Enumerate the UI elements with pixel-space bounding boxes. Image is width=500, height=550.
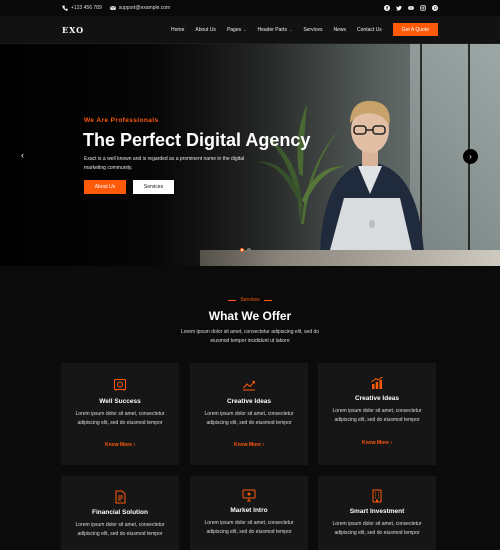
service-card-title: Financial Solution [92, 509, 148, 516]
know-more-link[interactable]: Know More › [61, 442, 179, 448]
nav-item-home[interactable]: Home [171, 27, 184, 33]
services-button[interactable]: Services [133, 180, 174, 194]
nav-item-header-parts[interactable]: Header Parts ⌄ [257, 27, 292, 33]
chart-icon [242, 378, 256, 392]
hero-description: Exact is a well known and is regarded as… [84, 156, 245, 171]
hero-title: The Perfect Digital Agency [83, 130, 311, 150]
safe-icon [113, 378, 127, 392]
slider-dots [240, 248, 251, 252]
nav-item-label: Home [171, 26, 185, 33]
instagram-icon[interactable] [420, 5, 426, 11]
service-card-title: Market Intro [230, 507, 268, 514]
nav-item-news[interactable]: News [334, 27, 347, 33]
twitter-icon[interactable] [396, 5, 402, 11]
service-card: Well Success Lorem ipsum dolor sit amet,… [61, 363, 179, 465]
nav-item-label: Services [303, 26, 323, 33]
service-card-description: Lorem ipsum dolor sit amet, consectetur … [75, 411, 165, 426]
services-subtitle: Lorem ipsum dolor sit amet, consectetur … [180, 329, 320, 344]
social-links [384, 5, 438, 11]
service-card-description: Lorem ipsum dolor sit amet, consectetur … [204, 520, 294, 535]
service-card-description: Lorem ipsum dolor sit amet, consectetur … [204, 411, 294, 426]
phone-number: +123 456 789 [71, 5, 102, 11]
site-logo[interactable]: EXO [62, 25, 84, 35]
services-title: What We Offer [208, 309, 292, 323]
chevron-right-icon[interactable]: › [463, 149, 478, 164]
youtube-icon[interactable] [408, 5, 414, 11]
chevron-left-icon[interactable]: ‹ [21, 150, 24, 160]
email-contact[interactable]: support@example.com [109, 5, 171, 11]
nav-item-label: About Us [195, 26, 216, 33]
about-us-button[interactable]: About Us [84, 180, 126, 194]
nav-item-label: Header Parts [257, 26, 287, 33]
divider [263, 299, 272, 301]
document-icon [113, 490, 127, 504]
monitor-icon [242, 488, 256, 502]
chevron-right-icon: › [262, 442, 264, 448]
chevron-right-icon: › [390, 440, 392, 446]
email-address: support@example.com [118, 5, 171, 11]
slider-dot[interactable] [240, 248, 244, 252]
phone-icon [62, 5, 68, 11]
service-card: Creative Ideas Lorem ipsum dolor sit ame… [318, 363, 436, 465]
pinterest-icon[interactable] [432, 5, 438, 11]
service-card: Financial Solution Lorem ipsum dolor sit… [61, 476, 179, 550]
facebook-icon[interactable] [384, 5, 390, 11]
service-card-title: Well Success [99, 398, 141, 405]
nav-item-label: Pages [226, 26, 242, 33]
service-card: Creative Ideas Lorem ipsum dolor sit ame… [190, 363, 308, 465]
services-tag-label: Services [240, 297, 260, 303]
service-card-description: Lorem ipsum dolor sit amet, consectetur … [332, 521, 422, 536]
know-more-label: Know More [361, 440, 389, 446]
know-more-label: Know More [233, 442, 261, 448]
nav-item-label: Contact Us [357, 26, 382, 33]
building-icon [370, 489, 384, 503]
service-card-description: Lorem ipsum dolor sit amet, consectetur … [332, 408, 422, 423]
nav-item-label: News [333, 26, 347, 33]
services-tag: Services [0, 297, 500, 303]
know-more-link[interactable]: Know More › [190, 442, 308, 448]
nav-item-pages[interactable]: Pages ⌄ [227, 27, 247, 33]
service-card-title: Smart Investment [349, 508, 405, 515]
envelope-icon [109, 5, 116, 10]
phone-contact[interactable]: +123 456 789 [62, 5, 102, 11]
know-more-link[interactable]: Know More › [318, 440, 436, 446]
nav-item-services[interactable]: Services [303, 27, 322, 33]
top-bar: +123 456 789 support@example.com [0, 0, 500, 16]
service-card-title: Creative Ideas [354, 395, 400, 402]
nav-item-about[interactable]: About Us [195, 27, 216, 33]
service-card-title: Creative Ideas [226, 398, 272, 405]
nav-item-contact[interactable]: Contact Us [357, 27, 382, 33]
divider [228, 299, 237, 301]
service-card: Smart Investment Lorem ipsum dolor sit a… [318, 476, 436, 550]
chevron-down-icon: ⌄ [243, 27, 247, 32]
main-nav: EXO Home About Us Pages ⌄ Header Parts ⌄ S… [0, 16, 500, 44]
know-more-label: Know More [104, 442, 132, 448]
person-at-laptop-illustration [320, 100, 424, 254]
chevron-right-icon: › [133, 442, 135, 448]
get-quote-button[interactable]: Get A Quote [392, 23, 438, 36]
slider-dot[interactable] [247, 248, 251, 252]
growth-icon [370, 376, 384, 390]
service-card: Market Intro Lorem ipsum dolor sit amet,… [190, 476, 308, 550]
chevron-down-icon: ⌄ [288, 27, 293, 32]
hero-tagline: We Are Professionals [84, 117, 159, 124]
service-card-description: Lorem ipsum dolor sit amet, consectetur … [75, 522, 165, 537]
nav-menu: Home About Us Pages ⌄ Header Parts ⌄ Servi… [171, 27, 382, 33]
